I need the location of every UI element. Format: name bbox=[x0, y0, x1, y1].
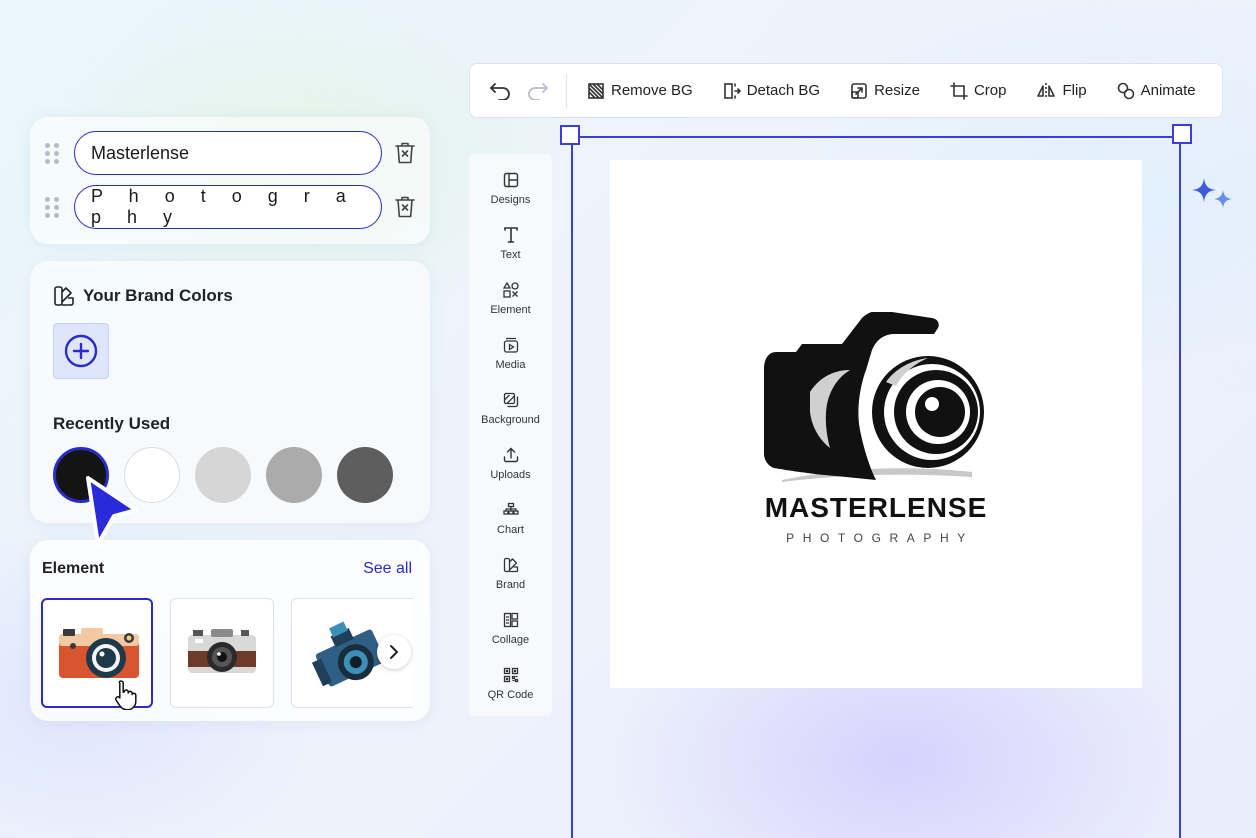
brand-icon bbox=[503, 557, 518, 573]
resize-button[interactable]: Resize bbox=[850, 82, 920, 100]
text-layer-input[interactable]: P h o t o g r a p h y bbox=[74, 185, 382, 229]
next-elements-button[interactable] bbox=[377, 635, 411, 669]
color-swatch-gray[interactable] bbox=[266, 447, 322, 503]
rail-item-label: Text bbox=[500, 249, 521, 261]
background-icon bbox=[503, 392, 518, 408]
rail-item-text[interactable]: Text bbox=[469, 224, 552, 274]
text-layer-row: Masterlense bbox=[30, 130, 430, 176]
camera-illustration-icon bbox=[188, 629, 256, 673]
rail-item-media[interactable]: Media bbox=[469, 334, 552, 384]
remove-bg-label: Remove BG bbox=[611, 82, 693, 99]
resize-label: Resize bbox=[874, 82, 920, 99]
recently-used-title: Recently Used bbox=[53, 414, 171, 433]
text-layers-panel: Masterlense P h o t o g r a p h y bbox=[30, 117, 430, 244]
redo-button[interactable] bbox=[524, 77, 552, 105]
trash-icon[interactable] bbox=[394, 141, 416, 165]
rail-item-chart[interactable]: Chart bbox=[469, 499, 552, 549]
resize-handle-top-right[interactable] bbox=[1172, 124, 1192, 144]
selection-frame bbox=[571, 136, 1181, 838]
text-layer-input[interactable]: Masterlense bbox=[74, 131, 382, 175]
qr-code-icon bbox=[503, 667, 518, 683]
rail-item-label: Chart bbox=[497, 524, 524, 536]
animate-label: Animate bbox=[1140, 82, 1196, 99]
plus-circle-icon bbox=[64, 334, 98, 368]
text-icon bbox=[503, 227, 518, 243]
remove-background-icon bbox=[588, 82, 604, 99]
rail-item-designs[interactable]: Designs bbox=[469, 169, 552, 219]
drag-handle-icon[interactable] bbox=[45, 143, 59, 164]
media-icon bbox=[503, 337, 518, 353]
rail-item-label: QR Code bbox=[487, 689, 534, 701]
rail-item-label: Background bbox=[481, 414, 540, 426]
toolbar-divider bbox=[566, 73, 567, 108]
brand-colors-header: Your Brand Colors bbox=[53, 285, 233, 307]
element-panel: Element See all bbox=[30, 540, 430, 721]
tool-rail: Designs Text Element Media Background Up… bbox=[469, 154, 552, 716]
rail-item-label: Brand bbox=[495, 579, 526, 591]
ai-sparkle-icon[interactable] bbox=[1190, 176, 1236, 212]
see-all-link[interactable]: See all bbox=[363, 560, 412, 578]
rail-item-label: Media bbox=[495, 359, 526, 371]
color-swatch-light-gray[interactable] bbox=[195, 447, 251, 503]
element-thumb-brown-camera[interactable] bbox=[170, 598, 274, 708]
chart-icon bbox=[502, 502, 519, 515]
animate-icon bbox=[1117, 82, 1134, 99]
rail-item-element[interactable]: Element bbox=[469, 279, 552, 329]
palette-icon bbox=[54, 286, 74, 306]
detach-bg-button[interactable]: Detach BG bbox=[723, 82, 820, 100]
chevron-right-icon bbox=[390, 645, 398, 659]
rail-item-uploads[interactable]: Uploads bbox=[469, 444, 552, 494]
rail-item-qr-code[interactable]: QR Code bbox=[469, 664, 552, 714]
layout-icon bbox=[503, 172, 518, 188]
remove-bg-button[interactable]: Remove BG bbox=[587, 82, 693, 100]
crop-label: Crop bbox=[973, 82, 1007, 99]
shapes-icon bbox=[502, 282, 519, 298]
text-layer-row: P h o t o g r a p h y bbox=[30, 184, 430, 230]
flip-label: Flip bbox=[1062, 82, 1087, 99]
undo-button[interactable] bbox=[486, 77, 514, 105]
rail-item-label: Collage bbox=[491, 634, 530, 646]
rail-item-background[interactable]: Background bbox=[469, 389, 552, 439]
detach-background-icon bbox=[723, 82, 741, 99]
add-brand-color-button[interactable] bbox=[53, 323, 109, 379]
rail-item-label: Uploads bbox=[490, 469, 531, 481]
rail-item-brand[interactable]: Brand bbox=[469, 554, 552, 604]
upload-icon bbox=[503, 447, 518, 463]
collage-icon bbox=[503, 612, 518, 628]
drag-handle-icon[interactable] bbox=[45, 197, 59, 218]
brand-colors-title: Your Brand Colors bbox=[83, 286, 233, 305]
hand-pointer-icon bbox=[114, 680, 137, 710]
crop-button[interactable]: Crop bbox=[950, 81, 1007, 100]
rail-item-label: Designs bbox=[490, 194, 531, 206]
rail-item-label: Element bbox=[490, 304, 531, 316]
resize-handle-top-left[interactable] bbox=[560, 125, 580, 145]
flip-button[interactable]: Flip bbox=[1036, 82, 1087, 100]
trash-icon[interactable] bbox=[394, 195, 416, 219]
detach-bg-label: Detach BG bbox=[746, 82, 821, 99]
image-toolbar: Remove BG Detach BG Resize Crop Flip Ani… bbox=[469, 63, 1223, 118]
crop-icon bbox=[950, 81, 968, 100]
redo-icon bbox=[528, 82, 548, 100]
resize-icon bbox=[851, 82, 867, 99]
undo-icon bbox=[490, 82, 510, 100]
animate-button[interactable]: Animate bbox=[1117, 82, 1196, 100]
flip-icon bbox=[1037, 82, 1056, 99]
color-swatch-dark-gray[interactable] bbox=[337, 447, 393, 503]
rail-item-collage[interactable]: Collage bbox=[469, 609, 552, 659]
arrow-cursor-icon bbox=[86, 476, 138, 546]
